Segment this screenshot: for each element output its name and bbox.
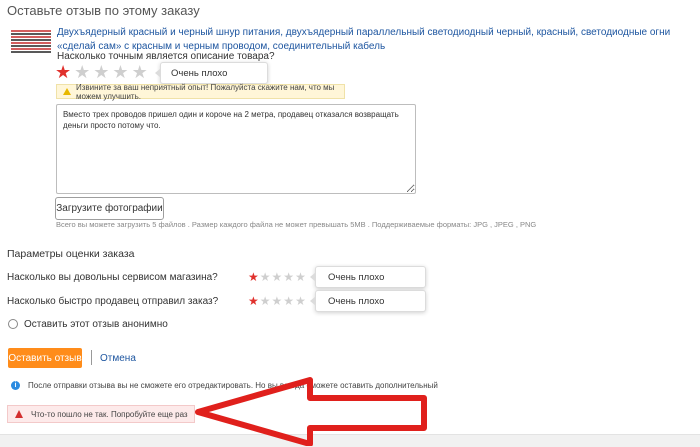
description-rating-stars[interactable]: ★ ★ ★ ★ ★ (55, 63, 148, 81)
star-icon-4[interactable]: ★ (112, 63, 128, 81)
star-icon-3[interactable]: ★ (272, 295, 283, 307)
star-icon-5[interactable]: ★ (132, 63, 148, 81)
star-icon-5[interactable]: ★ (295, 295, 306, 307)
shipping-speed-tooltip: Очень плохо (310, 290, 426, 312)
anonymous-radio[interactable] (8, 319, 18, 329)
apology-notice: Извините за ваш неприятный опыт! Пожалуй… (56, 82, 345, 101)
shipping-speed-rating-stars[interactable]: ★ ★ ★ ★ ★ (248, 295, 306, 307)
star-icon-4[interactable]: ★ (283, 295, 294, 307)
submit-review-button[interactable]: Оставить отзыв (8, 348, 82, 368)
shop-service-tooltip: Очень плохо (310, 266, 426, 288)
cable-thumbnail-icon[interactable] (9, 27, 53, 55)
warning-icon (63, 88, 71, 95)
product-name-link[interactable]: Двухъядерный красный и черный шнур питан… (57, 26, 692, 54)
star-icon-1[interactable]: ★ (248, 271, 259, 283)
upload-hint: Всего вы можете загрузить 5 файлов . Раз… (56, 220, 537, 229)
error-text: Что-то пошло не так. Попробуйте еще раз (31, 409, 188, 419)
upload-photos-button[interactable]: Загрузите фотографии (55, 197, 164, 220)
shop-service-question: Насколько вы довольны сервисом магазина? (7, 272, 218, 283)
action-divider (91, 350, 92, 365)
star-icon-1[interactable]: ★ (55, 63, 71, 81)
tooltip-text: Очень плохо (328, 271, 385, 283)
star-icon-4[interactable]: ★ (283, 271, 294, 283)
cancel-link[interactable]: Отмена (100, 353, 136, 364)
info-text: После отправки отзыва вы не сможете его … (28, 381, 438, 390)
shipping-speed-question: Насколько быстро продавец отправил заказ… (7, 296, 219, 307)
star-icon-2[interactable]: ★ (260, 271, 271, 283)
tooltip-text: Очень плохо (328, 295, 385, 307)
warning-icon (15, 410, 23, 418)
page-title: Оставьте отзыв по этому заказу (7, 3, 200, 18)
tooltip-text: Очень плохо (171, 67, 228, 79)
star-icon-2[interactable]: ★ (74, 63, 90, 81)
apology-text: Извините за ваш неприятный опыт! Пожалуй… (76, 82, 335, 101)
description-accuracy-question: Насколько точным является описание товар… (57, 51, 275, 62)
error-message: Что-то пошло не так. Попробуйте еще раз (7, 405, 195, 423)
star-icon-1[interactable]: ★ (248, 295, 259, 307)
shop-service-rating-stars[interactable]: ★ ★ ★ ★ ★ (248, 271, 306, 283)
review-textarea[interactable]: Вместо трех проводов пришел один и короч… (56, 104, 416, 194)
star-icon-3[interactable]: ★ (272, 271, 283, 283)
anonymous-label[interactable]: Оставить этот отзыв анонимно (24, 319, 168, 330)
star-icon-2[interactable]: ★ (260, 295, 271, 307)
rating-params-title: Параметры оценки заказа (7, 248, 135, 260)
star-icon-5[interactable]: ★ (295, 271, 306, 283)
info-icon: i (11, 381, 20, 390)
bottom-bar (0, 434, 700, 447)
description-rating-tooltip: Очень плохо (155, 62, 268, 84)
edit-info-notice: i После отправки отзыва вы не сможете ег… (11, 381, 438, 390)
star-icon-3[interactable]: ★ (93, 63, 109, 81)
